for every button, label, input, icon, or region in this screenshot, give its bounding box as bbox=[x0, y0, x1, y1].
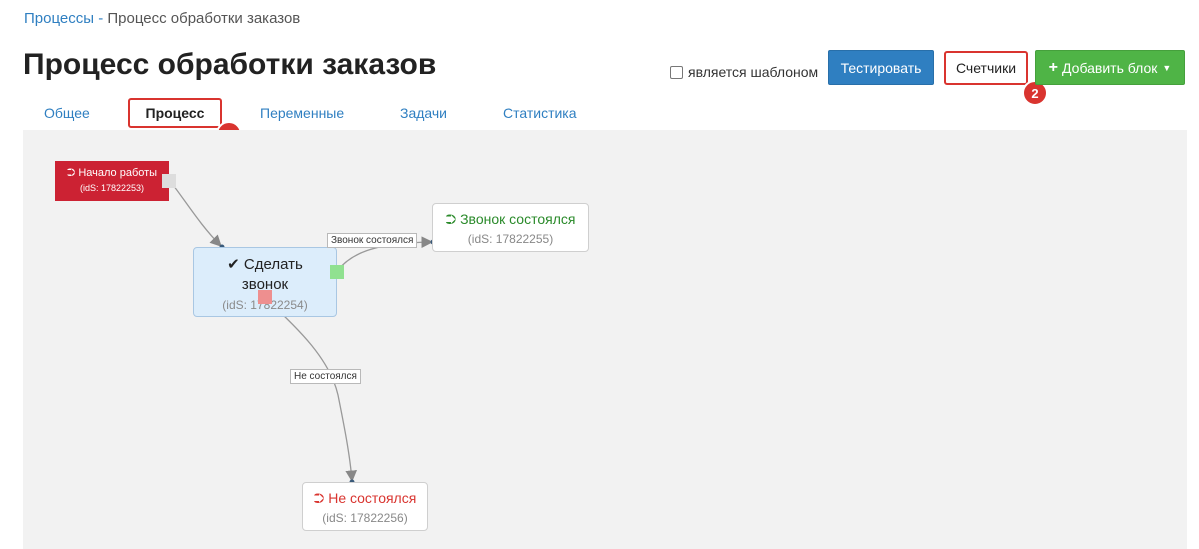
call-node-failure-port[interactable] bbox=[258, 290, 272, 304]
call-node-label-line1: Сделать bbox=[243, 256, 303, 273]
failure-node-label: Не состоялся bbox=[328, 490, 417, 506]
flow-node-success[interactable]: ⮊ Звонок состоялся (idS: 17822255) bbox=[432, 203, 589, 252]
sign-in-icon: ⮊ bbox=[66, 167, 76, 179]
edge-start-to-call bbox=[169, 180, 222, 247]
sign-out-icon: ⮊ bbox=[445, 211, 457, 227]
start-node-ids: (idS: 17822253) bbox=[79, 183, 145, 193]
flow-node-call[interactable]: ✔ Сделать звонок (idS: 17822254) bbox=[193, 247, 337, 317]
flow-node-failure[interactable]: ⮊ Не состоялся (idS: 17822256) bbox=[302, 482, 428, 531]
failure-node-ids: (idS: 17822256) bbox=[322, 511, 408, 525]
flow-node-start[interactable]: ⮊ Начало работы (idS: 17822253) bbox=[55, 161, 169, 201]
start-node-output-port[interactable] bbox=[162, 174, 176, 188]
start-node-label: Начало работы bbox=[78, 167, 158, 179]
success-node-label: Звонок состоялся bbox=[460, 211, 576, 227]
sign-out-icon: ⮊ bbox=[313, 490, 325, 506]
edge-label-success: Звонок состоялся bbox=[327, 233, 418, 248]
success-node-ids: (idS: 17822255) bbox=[467, 232, 554, 246]
edge-call-to-failure bbox=[264, 297, 358, 483]
flow-connectors bbox=[169, 180, 436, 485]
edge-label-failure: Не состоялся bbox=[290, 369, 361, 384]
call-node-success-port[interactable] bbox=[330, 265, 344, 279]
check-icon: ✔ bbox=[227, 256, 240, 273]
